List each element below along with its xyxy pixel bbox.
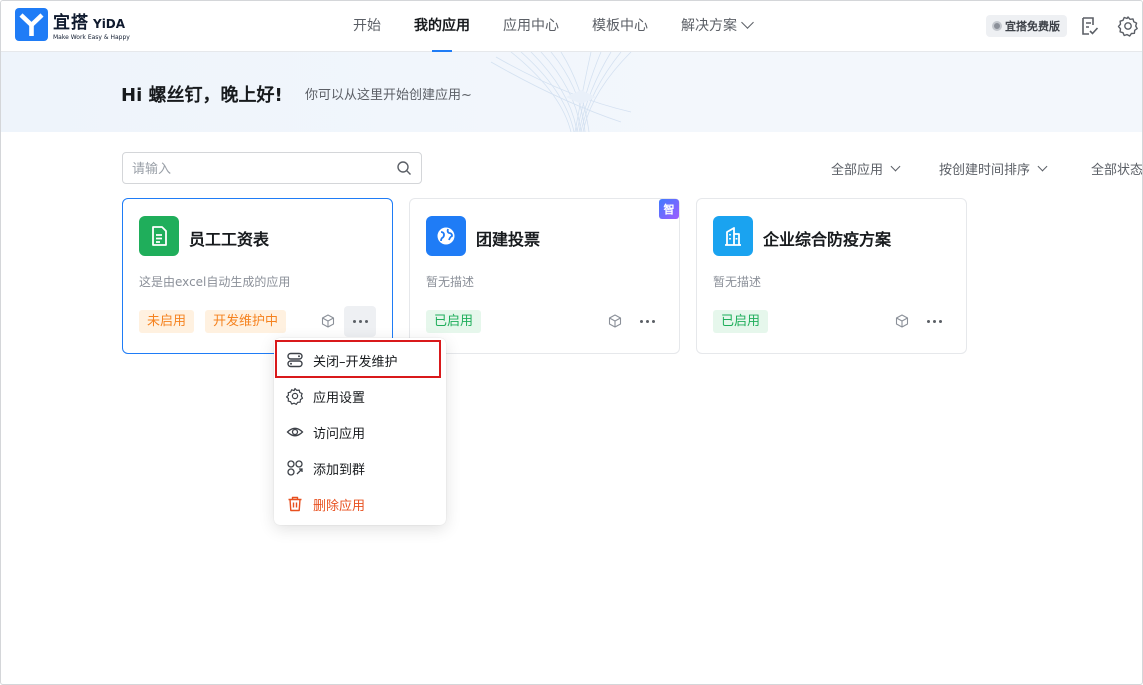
dot — [645, 320, 649, 323]
nav-item-solutions[interactable]: 解决方案 — [681, 1, 754, 52]
banner-decoration-icon — [490, 52, 632, 132]
menu-item-label: 删除应用 — [313, 498, 366, 514]
nav-item-start[interactable]: 开始 — [353, 1, 381, 52]
nav-item-label: 模板中心 — [592, 18, 648, 34]
chevron-down-icon — [1037, 161, 1048, 172]
filter-label: 全部状态 — [1091, 163, 1143, 178]
checklist-icon[interactable] — [1078, 15, 1100, 37]
chevron-down-icon — [890, 161, 901, 172]
ai-badge: 智 — [659, 199, 679, 219]
more-options-button[interactable] — [631, 306, 663, 337]
app-title[interactable]: 团建投票 — [476, 226, 540, 250]
badge-dot-icon — [992, 21, 1002, 31]
add-to-group-icon — [287, 460, 303, 476]
welcome-banner: Hi 螺丝钉，晚上好! 你可以从这里开始创建应用~ — [1, 52, 1142, 132]
filter-sort-order[interactable]: 按创建时间排序 — [939, 159, 1048, 178]
main-nav: 开始 我的应用 应用中心 模板中心 解决方案 — [353, 1, 785, 52]
nav-item-app-center[interactable]: 应用中心 — [503, 1, 559, 52]
eye-icon — [286, 427, 304, 437]
top-bar: 宜搭 YiDA Make Work Easy & Happy 开始 我的应用 应用… — [1, 1, 1142, 52]
logo[interactable]: 宜搭 YiDA Make Work Easy & Happy — [15, 8, 130, 41]
app-title[interactable]: 企业综合防疫方案 — [763, 226, 891, 250]
dot — [639, 320, 643, 323]
search-input[interactable] — [132, 153, 382, 183]
dot — [938, 320, 942, 323]
logo-en-text: YiDA — [93, 17, 126, 31]
app-title[interactable]: 员工工资表 — [189, 226, 269, 250]
app-description: 暂无描述 — [426, 275, 475, 289]
dot — [932, 320, 936, 323]
menu-item-label: 应用设置 — [313, 390, 366, 406]
menu-item-label: 添加到群 — [313, 462, 366, 478]
greeting-subtitle: 你可以从这里开始创建应用~ — [305, 88, 472, 103]
gear-icon[interactable] — [1117, 15, 1139, 37]
filter-label: 全部应用 — [831, 163, 884, 178]
cube-icon[interactable] — [895, 314, 909, 328]
free-edition-badge[interactable]: 宜搭免费版 — [986, 15, 1067, 37]
yida-logo-icon — [15, 8, 48, 41]
logo-cn-text: 宜搭 — [53, 13, 89, 33]
search-box[interactable] — [122, 152, 422, 184]
dot — [364, 320, 368, 323]
app-description: 暂无描述 — [713, 275, 762, 289]
filter-status[interactable]: 全部状态 — [1091, 159, 1143, 178]
app-card[interactable]: 员工工资表 这是由excel自动生成的应用 未启用 开发维护中 — [122, 198, 393, 354]
app-icon — [426, 216, 466, 256]
nav-item-my-apps[interactable]: 我的应用 — [414, 1, 470, 52]
app-icon — [139, 216, 179, 256]
status-badge: 已启用 — [426, 310, 482, 333]
more-options-button[interactable] — [918, 306, 950, 337]
cube-icon[interactable] — [608, 314, 622, 328]
search-icon[interactable] — [396, 160, 412, 176]
menu-item-delete-app[interactable]: 删除应用 — [274, 486, 446, 522]
greeting-text: Hi 螺丝钉，晚上好! — [121, 85, 283, 106]
dot — [358, 320, 362, 323]
app-window: 宜搭 YiDA Make Work Easy & Happy 开始 我的应用 应用… — [0, 0, 1143, 685]
menu-item-app-settings[interactable]: 应用设置 — [274, 378, 446, 414]
cube-icon[interactable] — [321, 314, 335, 328]
toggle-icon — [287, 352, 303, 368]
dev-status-badge: 开发维护中 — [205, 310, 287, 333]
status-badge: 已启用 — [713, 310, 769, 333]
app-card[interactable]: 智 团建投票 暂无描述 已启用 — [409, 198, 680, 354]
app-description: 这是由excel自动生成的应用 — [139, 275, 291, 289]
nav-item-label: 我的应用 — [414, 18, 470, 34]
menu-item-label: 关闭–开发维护 — [313, 354, 398, 370]
logo-tagline: Make Work Easy & Happy — [53, 34, 130, 41]
nav-item-template-center[interactable]: 模板中心 — [592, 1, 648, 52]
globe-icon — [437, 227, 455, 245]
building-icon — [725, 227, 741, 246]
dot — [926, 320, 930, 323]
filter-app-type[interactable]: 全部应用 — [831, 159, 901, 178]
filter-label: 按创建时间排序 — [939, 163, 1031, 178]
gear-icon — [286, 387, 304, 405]
menu-item-label: 访问应用 — [313, 426, 366, 442]
trash-icon — [288, 496, 302, 512]
nav-item-label: 开始 — [353, 18, 381, 34]
free-edition-label: 宜搭免费版 — [1005, 20, 1060, 33]
app-context-menu: 关闭–开发维护 应用设置 访问应用 添加到群 删除应用 — [274, 338, 446, 525]
document-icon — [152, 226, 167, 246]
chevron-down-icon — [741, 16, 754, 29]
more-options-button[interactable] — [344, 306, 376, 337]
dot — [352, 320, 356, 323]
nav-item-label: 应用中心 — [503, 18, 559, 34]
menu-item-close-dev-maintenance[interactable]: 关闭–开发维护 — [274, 342, 446, 378]
nav-item-label: 解决方案 — [681, 18, 737, 34]
app-card[interactable]: 企业综合防疫方案 暂无描述 已启用 — [696, 198, 967, 354]
app-icon — [713, 216, 753, 256]
status-badge: 未启用 — [139, 310, 195, 333]
dot — [651, 320, 655, 323]
menu-item-add-to-group[interactable]: 添加到群 — [274, 450, 446, 486]
menu-item-visit-app[interactable]: 访问应用 — [274, 414, 446, 450]
